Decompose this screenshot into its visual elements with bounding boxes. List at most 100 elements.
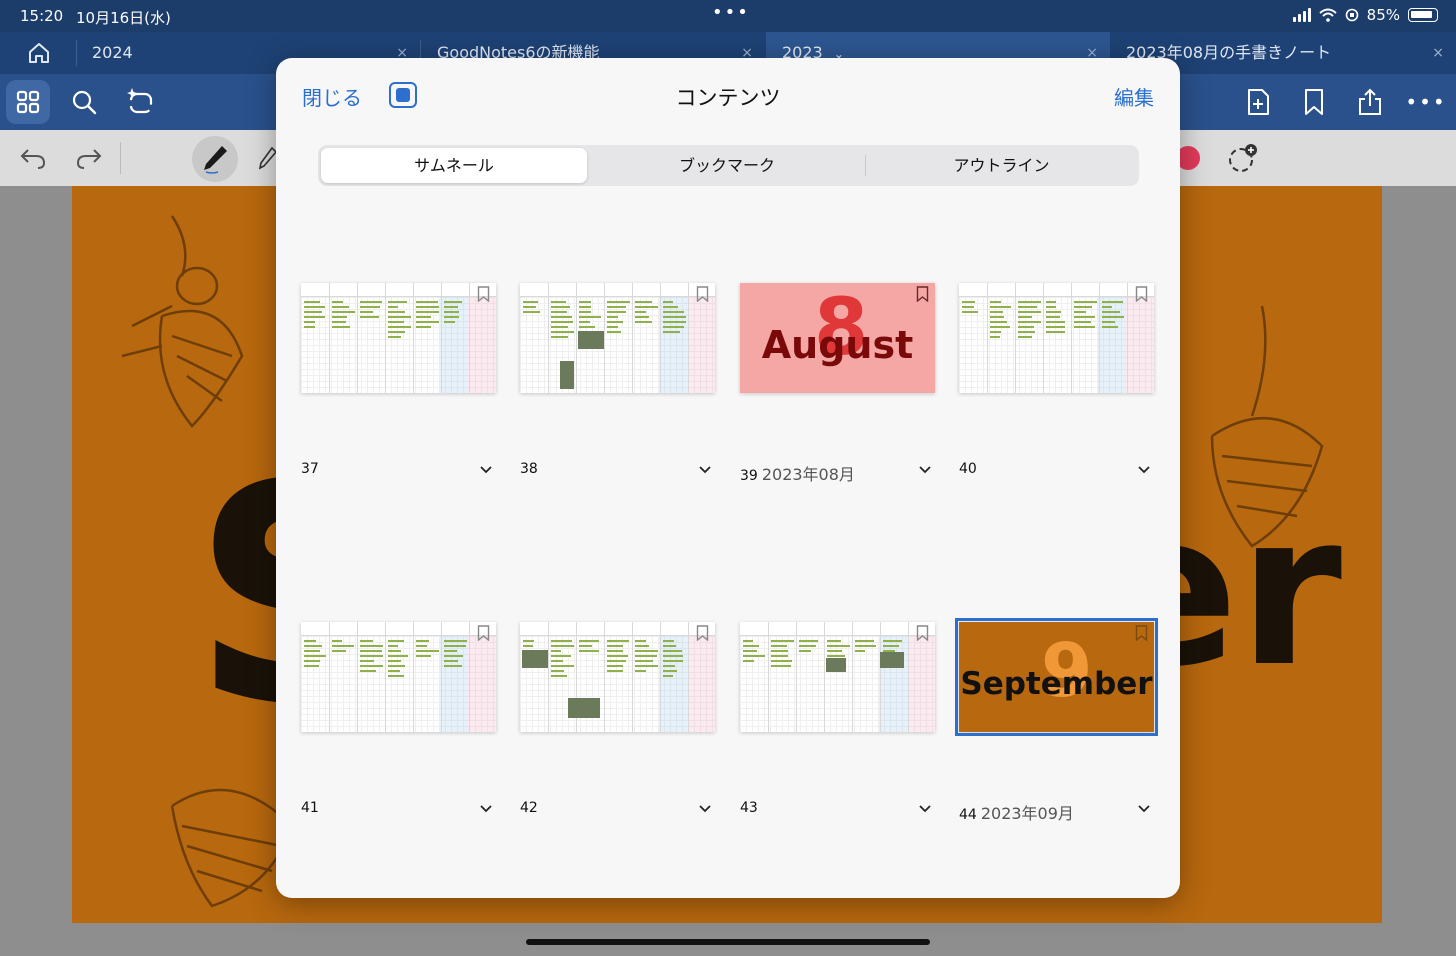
segment-bookmarks[interactable]: ブックマーク xyxy=(591,148,863,183)
task-mark xyxy=(388,326,411,328)
task-mark xyxy=(304,660,320,662)
task-mark xyxy=(444,665,462,667)
lasso-add-icon[interactable] xyxy=(1226,142,1260,176)
more-button[interactable]: ••• xyxy=(1405,86,1444,118)
task-mark xyxy=(1018,306,1037,308)
cellular-signal-icon xyxy=(1292,8,1311,22)
edit-button[interactable]: 編集 xyxy=(1114,82,1154,111)
task-mark xyxy=(1074,316,1095,318)
page-number: 44 xyxy=(959,807,977,823)
bookmark-icon[interactable] xyxy=(477,286,490,302)
bookmark-icon[interactable] xyxy=(1135,625,1148,641)
page-thumbnail[interactable] xyxy=(520,283,715,393)
day-column xyxy=(987,283,988,393)
bookmark-icon[interactable] xyxy=(916,286,929,302)
page-thumbnail[interactable]: 8 August xyxy=(740,283,935,393)
chevron-down-icon[interactable] xyxy=(1137,463,1151,477)
chevron-down-icon[interactable] xyxy=(918,802,932,816)
segment-outline[interactable]: アウトライン xyxy=(867,148,1136,183)
home-icon[interactable] xyxy=(26,40,52,66)
task-mark xyxy=(360,301,382,303)
task-mark xyxy=(663,650,682,652)
thumbnail-label: 37 xyxy=(301,461,319,481)
day-column xyxy=(604,622,605,732)
thumbnail-label: 44 2023年09月 xyxy=(959,800,1074,823)
task-mark xyxy=(990,301,1001,303)
chevron-down-icon[interactable] xyxy=(479,802,493,816)
chevron-down-icon[interactable] xyxy=(1137,802,1151,816)
task-mark xyxy=(579,650,599,652)
task-mark xyxy=(663,640,674,642)
task-mark xyxy=(607,660,626,662)
task-mark xyxy=(551,675,567,677)
photo-sticker xyxy=(826,658,846,672)
bookmark-button[interactable] xyxy=(1298,86,1330,118)
task-mark xyxy=(1046,311,1061,313)
task-mark xyxy=(1074,326,1095,328)
page-thumbnail[interactable] xyxy=(520,622,715,732)
page-thumbnail[interactable] xyxy=(740,622,935,732)
chevron-down-icon[interactable] xyxy=(479,463,493,477)
task-mark xyxy=(304,665,319,667)
task-mark xyxy=(1102,306,1112,308)
multitasking-dots-icon[interactable]: ••• xyxy=(712,2,750,23)
bookmark-icon[interactable] xyxy=(477,625,490,641)
task-mark xyxy=(1102,316,1124,318)
task-mark xyxy=(304,321,315,323)
task-mark xyxy=(304,301,320,303)
task-mark xyxy=(523,645,533,647)
task-mark xyxy=(444,311,459,313)
chevron-down-icon[interactable] xyxy=(698,463,712,477)
status-time: 15:20 xyxy=(20,7,64,25)
day-column xyxy=(688,283,689,393)
weekend-column xyxy=(907,636,935,732)
page-thumbnail[interactable] xyxy=(959,283,1154,393)
chevron-down-icon[interactable] xyxy=(918,463,932,477)
page-number: 41 xyxy=(301,800,319,816)
bookmark-icon[interactable] xyxy=(1135,286,1148,302)
battery-icon xyxy=(1408,8,1438,22)
page-thumbnail[interactable] xyxy=(301,283,496,393)
bookmark-icon[interactable] xyxy=(696,625,709,641)
page-thumbnail[interactable] xyxy=(301,622,496,732)
task-mark xyxy=(332,645,354,647)
task-mark xyxy=(304,316,325,318)
pencil-icon[interactable] xyxy=(258,146,276,172)
segment-thumbnails[interactable]: サムネール xyxy=(321,148,587,183)
page-header xyxy=(520,622,715,636)
task-mark xyxy=(1018,326,1034,328)
home-indicator[interactable] xyxy=(526,939,930,945)
task-mark xyxy=(388,645,398,647)
bookmark-icon[interactable] xyxy=(696,286,709,302)
chevron-down-icon[interactable] xyxy=(698,802,712,816)
thumbnail-grid-button[interactable] xyxy=(6,80,50,124)
task-mark xyxy=(551,331,574,333)
page-thumbnail[interactable]: 9 September xyxy=(955,618,1158,736)
task-mark xyxy=(1102,326,1118,328)
search-button[interactable] xyxy=(68,86,100,118)
bookmark-icon[interactable] xyxy=(916,625,929,641)
task-mark xyxy=(1074,306,1092,308)
share-button[interactable] xyxy=(1354,86,1386,118)
task-mark xyxy=(663,331,680,333)
day-column xyxy=(1015,283,1016,393)
day-column xyxy=(880,622,881,732)
task-mark xyxy=(990,336,1000,338)
add-page-button[interactable] xyxy=(1242,86,1274,118)
day-column xyxy=(688,622,689,732)
tab-close-icon[interactable]: × xyxy=(1432,32,1444,74)
day-column xyxy=(796,622,797,732)
day-column xyxy=(329,283,330,393)
task-mark xyxy=(304,640,316,642)
task-mark xyxy=(1018,301,1041,303)
task-mark xyxy=(962,301,975,303)
task-mark xyxy=(771,660,792,662)
task-mark xyxy=(416,655,431,657)
task-mark xyxy=(635,665,658,667)
pen-tool-button[interactable] xyxy=(192,136,238,182)
undo-icon[interactable] xyxy=(18,144,48,172)
ai-assist-button[interactable] xyxy=(124,86,156,118)
redo-icon[interactable] xyxy=(74,144,104,172)
task-mark xyxy=(551,301,566,303)
task-mark xyxy=(360,660,374,662)
